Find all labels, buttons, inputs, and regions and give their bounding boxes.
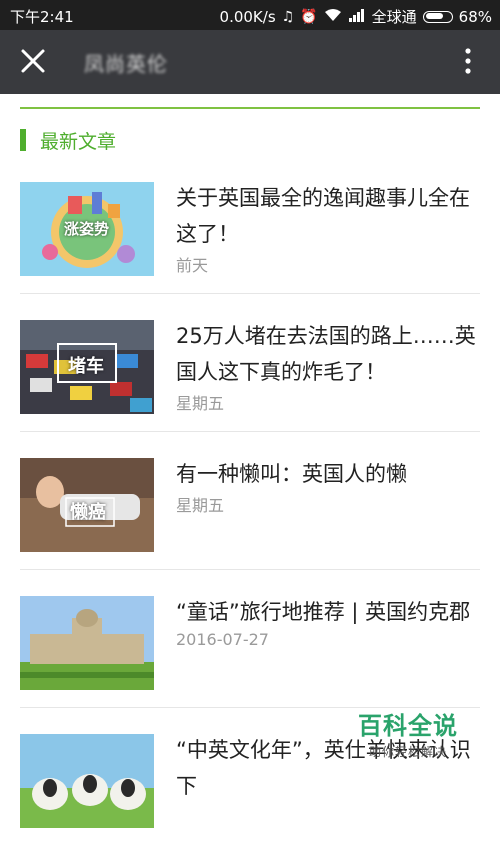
article-date: 前天 xyxy=(176,256,209,275)
section-header: 最新文章 xyxy=(20,128,117,153)
article-title[interactable]: 关于英国最全的逸闻趣事儿全在这了！ xyxy=(176,180,476,252)
article-item[interactable]: “童话”旅行地推荐 | 英国约克郡 2016-07-27 xyxy=(20,570,480,708)
article-thumbnail[interactable]: 堵车 xyxy=(20,320,154,414)
article-thumbnail[interactable]: 涨姿势 xyxy=(20,182,154,276)
article-thumbnail[interactable] xyxy=(20,596,154,690)
section-divider xyxy=(20,107,480,109)
signal-icon xyxy=(348,8,366,26)
article-date: 2016-07-27 xyxy=(176,630,269,649)
top-nav-bar: 凤尚英伦 xyxy=(0,30,500,94)
close-button[interactable] xyxy=(14,44,52,80)
thumbnail-label: 堵车 xyxy=(68,356,104,377)
article-date: 星期五 xyxy=(176,394,225,413)
thumbnail-label: 懒癌 xyxy=(70,502,106,523)
watermark-title: 百科全说 xyxy=(358,712,458,740)
status-icons: 0.00K/s ♫ ⏰ 全球通 68% xyxy=(220,6,492,27)
article-item[interactable]: 堵车 25万人堵在去法国的路上……英国人这下真的炸毛了！ 星期五 xyxy=(20,294,480,432)
article-item[interactable]: 懒癌 有一种懒叫：英国人的懒 星期五 xyxy=(20,432,480,570)
article-date: 星期五 xyxy=(176,496,225,515)
close-icon[interactable] xyxy=(14,44,52,80)
watermark-logo: 百科全说 助你轻松解决 xyxy=(358,706,458,760)
carrier-name: 全球通 xyxy=(371,8,417,26)
watermark-subtitle: 助你轻松解决 xyxy=(368,745,447,759)
page-title: 凤尚英伦 xyxy=(84,52,168,76)
article-title[interactable]: 25万人堵在去法国的路上……英国人这下真的炸毛了！ xyxy=(176,318,476,390)
section-title: 最新文章 xyxy=(40,130,117,153)
status-time: 下午2:41 xyxy=(10,8,74,26)
thumbnail-label: 涨姿势 xyxy=(64,220,110,238)
section-accent-bar xyxy=(20,129,26,151)
status-bar: 下午2:41 0.00K/s ♫ ⏰ 全球通 68% xyxy=(0,0,500,30)
wifi-icon xyxy=(324,8,342,26)
article-title[interactable]: 有一种懒叫：英国人的懒 xyxy=(176,456,476,492)
article-title[interactable]: “童话”旅行地推荐 | 英国约克郡 xyxy=(176,594,476,630)
network-speed: 0.00K/s xyxy=(219,7,276,26)
more-menu-button[interactable] xyxy=(458,46,478,78)
article-item[interactable]: 涨姿势 关于英国最全的逸闻趣事儿全在这了！ 前天 xyxy=(20,156,480,294)
battery-icon xyxy=(422,10,453,23)
alarm-icon: ⏰ xyxy=(300,8,318,25)
article-thumbnail[interactable] xyxy=(20,734,154,828)
headphone-icon: ♫ xyxy=(281,8,295,25)
article-thumbnail[interactable]: 懒癌 xyxy=(20,458,154,552)
more-vertical-icon[interactable] xyxy=(458,46,478,78)
battery-percent: 68% xyxy=(458,7,492,26)
